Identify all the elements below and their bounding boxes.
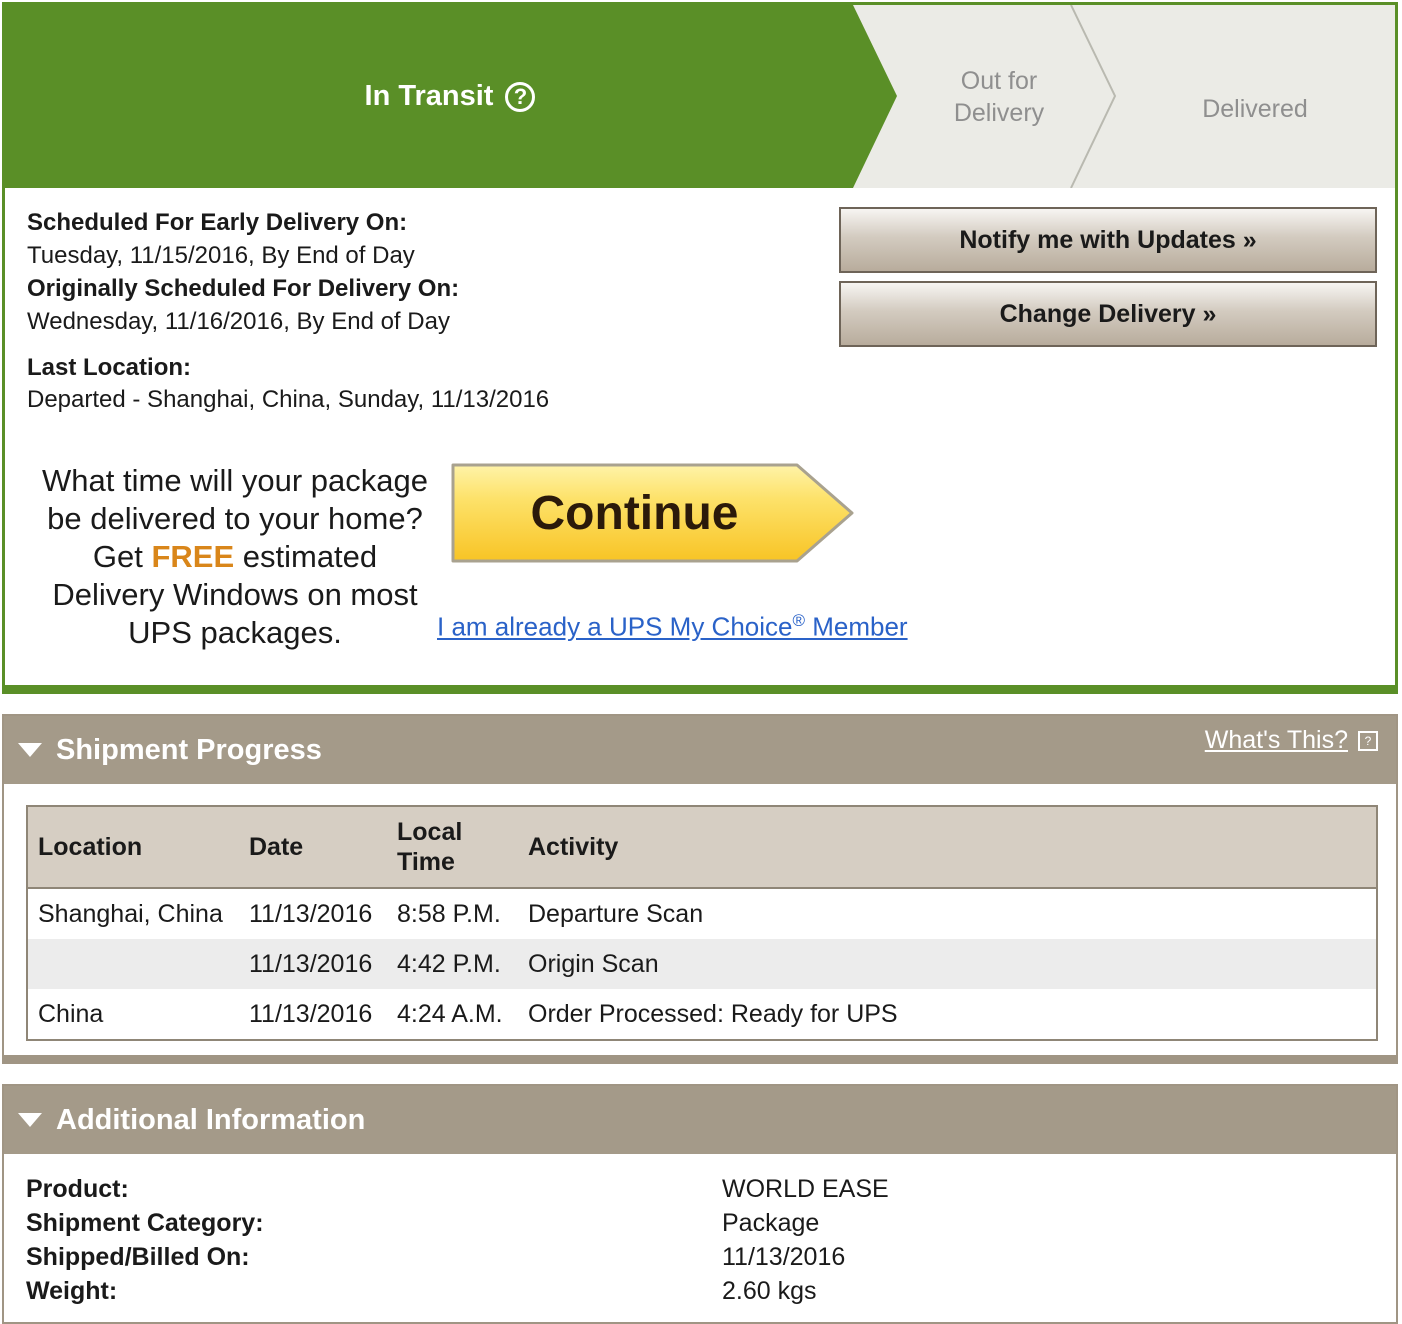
table-row: China 11/13/2016 4:24 A.M. Order Process… — [27, 989, 1377, 1040]
shipment-progress-header[interactable]: Shipment Progress What's This? ? — [4, 716, 1396, 784]
col-activity: Activity — [518, 806, 1377, 889]
last-location-value: Departed - Shanghai, China, Sunday, 11/1… — [27, 386, 550, 413]
shipment-category-label: Shipment Category: — [26, 1209, 264, 1237]
promo-free: FREE — [151, 539, 235, 574]
additional-information-title: Additional Information — [56, 1103, 366, 1136]
row-location: China — [38, 999, 104, 1028]
row-time: 8:58 P.M. — [397, 899, 501, 928]
step-out-for-delivery-line1: Out for — [960, 66, 1038, 95]
continue-label: Continue — [530, 486, 739, 540]
step-out-for-delivery-line2: Delivery — [953, 98, 1045, 127]
promo-line-4: Delivery Windows on most — [52, 577, 418, 612]
col-local-time-line2: Time — [397, 848, 455, 876]
original-delivery-value: Wednesday, 11/16/2016, By End of Day — [27, 308, 450, 335]
shipment-progress-table: Location Date Local Time Activity Shangh… — [26, 805, 1378, 1041]
whats-this-label[interactable]: What's This? — [1205, 726, 1348, 755]
step-delivered: Delivered — [1115, 17, 1395, 200]
shipped-billed-value: 11/13/2016 — [722, 1243, 846, 1271]
row-location — [27, 939, 239, 989]
row-activity: Departure Scan — [528, 899, 704, 928]
promo-line-5: UPS packages. — [128, 615, 342, 650]
shipment-progress-title: Shipment Progress — [56, 733, 322, 766]
step-in-transit: In Transit ? — [5, 5, 895, 188]
early-delivery-value: Tuesday, 11/15/2016, By End of Day — [27, 242, 415, 269]
row-location: Shanghai, China — [38, 899, 223, 928]
last-location-label: Last Location: — [27, 354, 192, 381]
delivery-status-panel: In Transit ? Out for Delivery Delivered … — [2, 2, 1398, 694]
table-row: 11/13/2016 4:42 P.M. Origin Scan — [27, 939, 1377, 989]
collapse-triangle-icon[interactable] — [18, 1113, 42, 1127]
additional-information-section: Additional Information Product: WORLD EA… — [2, 1084, 1398, 1324]
member-link-text: I am already a UPS My Choice — [437, 611, 793, 642]
col-date: Date — [239, 806, 387, 889]
shipped-billed-label: Shipped/Billed On: — [26, 1243, 250, 1271]
col-location: Location — [27, 806, 239, 889]
my-choice-promo: What time will your package be delivered… — [25, 462, 445, 652]
product-value: WORLD EASE — [722, 1175, 889, 1203]
delivery-schedule: Scheduled For Early Delivery On: Tuesday… — [27, 206, 459, 338]
row-date: 11/13/2016 — [239, 939, 387, 989]
promo-line-1: What time will your package — [42, 463, 428, 498]
col-local-time-line1: Local — [397, 818, 463, 846]
promo-estimated: estimated — [242, 539, 378, 574]
shipment-category-value: Package — [722, 1209, 820, 1237]
my-choice-member-link[interactable]: I am already a UPS My Choice® Member — [437, 611, 908, 643]
table-row: Shanghai, China 11/13/2016 8:58 P.M. Dep… — [27, 888, 1377, 939]
weight-value: 2.60 kgs — [722, 1277, 817, 1305]
product-label: Product: — [26, 1175, 129, 1203]
table-header-row: Location Date Local Time Activity — [27, 806, 1377, 889]
row-activity: Order Processed: Ready for UPS — [528, 999, 898, 1028]
col-local-time: Local Time — [387, 806, 518, 889]
step-in-transit-label: In Transit — [364, 80, 494, 112]
promo-get: Get — [92, 539, 143, 574]
progress-tracker: In Transit ? Out for Delivery Delivered — [5, 5, 1395, 188]
notify-updates-button[interactable]: Notify me with Updates » — [839, 207, 1377, 273]
last-location: Last Location: Departed - Shanghai, Chin… — [27, 352, 549, 416]
row-date: 11/13/2016 — [249, 899, 373, 928]
registered-mark: ® — [792, 611, 805, 630]
change-delivery-button[interactable]: Change Delivery » — [839, 281, 1377, 347]
promo-line-2: be delivered to your home? — [47, 501, 423, 536]
weight-label: Weight: — [26, 1277, 118, 1305]
original-delivery-label: Originally Scheduled For Delivery On: — [27, 275, 460, 302]
promo-line-3: Get FREE estimated — [25, 538, 445, 576]
collapse-triangle-icon[interactable] — [18, 743, 42, 757]
step-delivered-label: Delivered — [1202, 94, 1308, 123]
row-time: 4:42 P.M. — [387, 939, 518, 989]
shipment-progress-section: Shipment Progress What's This? ? Locatio… — [2, 714, 1398, 1064]
early-delivery-label: Scheduled For Early Delivery On: — [27, 209, 408, 236]
member-link-suffix: Member — [805, 611, 908, 642]
row-activity: Origin Scan — [518, 939, 1377, 989]
additional-information-header[interactable]: Additional Information — [4, 1086, 1396, 1154]
help-icon[interactable]: ? — [505, 81, 536, 112]
help-box-icon[interactable]: ? — [1358, 730, 1378, 751]
row-date: 11/13/2016 — [249, 999, 373, 1028]
step-out-for-delivery: Out for Delivery — [885, 5, 1113, 188]
row-time: 4:24 A.M. — [397, 999, 503, 1028]
whats-this-link[interactable]: What's This? ? — [1205, 726, 1378, 755]
continue-button[interactable]: Continue — [447, 461, 857, 565]
